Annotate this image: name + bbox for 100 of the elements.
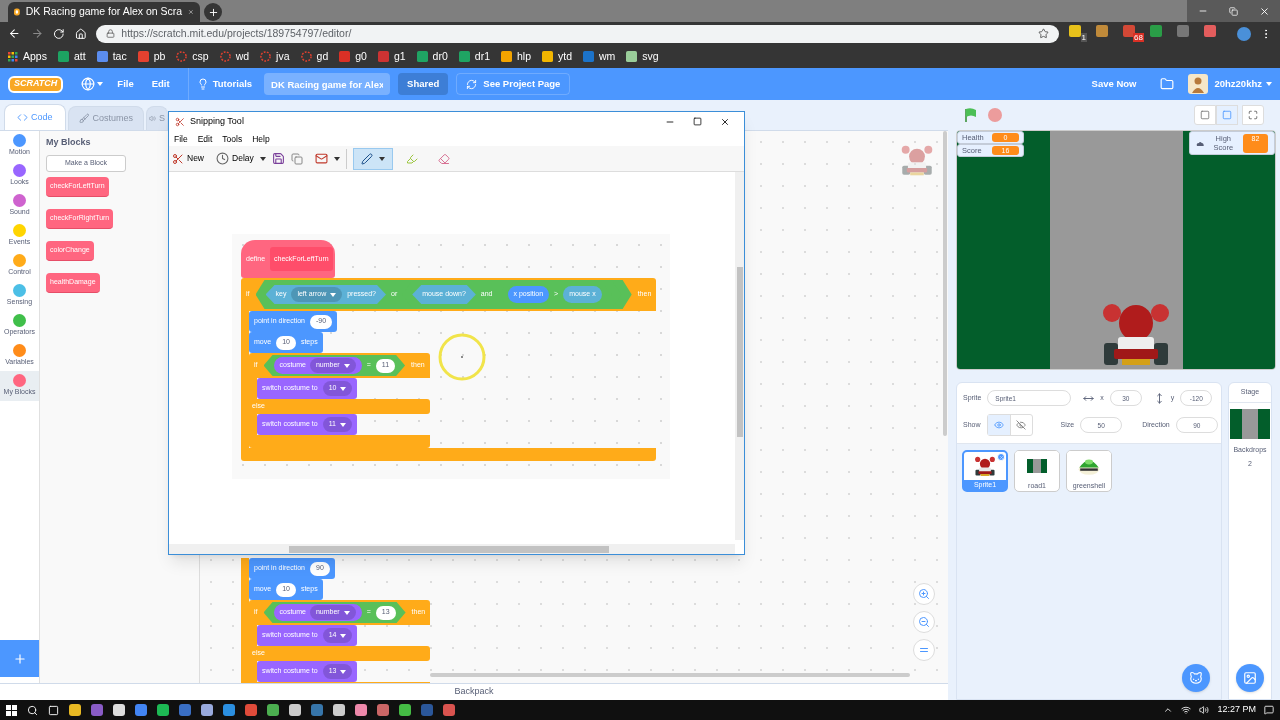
extension-icon[interactable] — [1177, 25, 1189, 37]
extension-icon[interactable] — [1069, 25, 1081, 37]
taskbar-app-icon[interactable] — [69, 704, 81, 716]
taskbar-app-icon[interactable] — [157, 704, 169, 716]
windows-start-icon[interactable] — [6, 704, 17, 716]
tab-icon — [149, 113, 156, 124]
zoom-out-icon — [918, 616, 930, 628]
scrollbar[interactable] — [169, 544, 735, 554]
forward-icon[interactable] — [30, 27, 44, 40]
home-icon[interactable] — [74, 27, 87, 40]
small-stage-button[interactable] — [1194, 105, 1216, 125]
scrollbar[interactable] — [735, 172, 744, 540]
bookmark-icon — [57, 51, 69, 62]
close-icon[interactable] — [720, 117, 730, 127]
highlighter-icon — [405, 152, 418, 165]
bookmark[interactable]: csp — [176, 48, 209, 65]
backpack-header[interactable]: Backpack — [454, 685, 494, 699]
bookmark[interactable]: ytd — [542, 48, 572, 65]
bookmark[interactable]: dr0 — [416, 48, 448, 65]
zoom-in-icon — [918, 588, 930, 600]
add-extension-icon — [12, 651, 27, 666]
menu-item[interactable]: Tools — [222, 132, 243, 146]
extension-icon[interactable] — [1096, 25, 1108, 37]
back-icon[interactable] — [8, 27, 21, 40]
notifications-icon[interactable] — [1264, 705, 1274, 715]
flag-icon[interactable] — [964, 108, 978, 122]
caret-icon — [340, 386, 347, 391]
taskbar-app-icon[interactable] — [267, 704, 279, 716]
bookmark[interactable]: dr1 — [458, 48, 490, 65]
taskbar-app-icon[interactable] — [377, 704, 389, 716]
taskbar-app-icon[interactable] — [399, 704, 411, 716]
palette-heading: My Blocks — [46, 136, 91, 149]
bookmark[interactable]: g1 — [377, 48, 406, 65]
clock: 12:27 PM — [1217, 703, 1256, 717]
close-icon — [1259, 5, 1270, 17]
bookmark-icon — [339, 51, 351, 62]
restore-icon — [1229, 6, 1238, 16]
bookmark[interactable]: tac — [96, 48, 127, 65]
scrollbar[interactable] — [943, 131, 947, 436]
fullscreen-button[interactable] — [1242, 105, 1264, 125]
dashed-circle-icon — [260, 51, 272, 62]
bookmark[interactable]: g0 — [339, 48, 367, 65]
refresh-icon — [466, 78, 478, 90]
bookmark[interactable]: svg — [626, 48, 659, 65]
reset-zoom-button[interactable] — [913, 639, 935, 661]
star-icon[interactable] — [1038, 28, 1049, 39]
small-stage-icon — [1200, 110, 1210, 120]
eye-off-icon — [1016, 420, 1026, 430]
large-stage-icon — [1222, 110, 1232, 120]
bookmark[interactable]: hlp — [501, 48, 531, 65]
shared-button[interactable]: Shared — [398, 73, 449, 95]
dashed-circle-icon — [219, 51, 231, 62]
scissors-icon — [172, 152, 184, 165]
caret-icon — [378, 156, 385, 161]
save-icon[interactable] — [271, 152, 285, 165]
reload-icon[interactable] — [53, 27, 65, 40]
language-menu[interactable] — [81, 77, 104, 91]
taskbar-app-icon[interactable] — [223, 704, 235, 716]
lightbulb-icon — [196, 78, 209, 90]
menu-item[interactable]: Edit — [197, 132, 213, 146]
caret-icon — [330, 292, 337, 297]
new-tab-button[interactable] — [204, 3, 222, 21]
new-snip-button[interactable]: New — [172, 152, 204, 165]
bookmark[interactable]: att — [57, 48, 86, 65]
extension-icon[interactable] — [1150, 25, 1162, 37]
extension-icon[interactable] — [1204, 25, 1216, 37]
bookmark[interactable]: pb — [137, 48, 166, 65]
taskbar-app-icon[interactable] — [355, 704, 367, 716]
browser-tab[interactable]: DK Racing game for Alex on Scra — [8, 2, 200, 22]
network-icon[interactable] — [1181, 705, 1192, 715]
send-snip-icon[interactable] — [314, 152, 328, 165]
delete-sprite-icon[interactable] — [997, 453, 1005, 461]
bookmark[interactable]: wd — [219, 48, 250, 65]
lock-icon — [106, 29, 116, 38]
menu-item[interactable]: Help — [252, 132, 270, 146]
bookmark[interactable]: gd — [300, 48, 329, 65]
folder-icon[interactable] — [1160, 77, 1175, 91]
bookmark[interactable]: Apps — [8, 48, 47, 65]
scrollbar[interactable] — [430, 673, 910, 677]
taskbar-app-icon[interactable] — [333, 704, 345, 716]
avatar-icon — [1188, 74, 1209, 94]
tray-expand-icon[interactable] — [1163, 705, 1174, 715]
delay-button[interactable]: Delay — [216, 152, 254, 165]
profile-avatar[interactable] — [1237, 26, 1251, 41]
maximize-icon[interactable] — [693, 117, 702, 126]
menu-item[interactable]: File — [174, 132, 188, 146]
bookmark[interactable]: jva — [260, 48, 290, 65]
zoom-out-button[interactable] — [913, 611, 935, 633]
taskbar-app-icon[interactable] — [201, 704, 213, 716]
copy-icon[interactable] — [290, 152, 303, 165]
volume-icon[interactable] — [1199, 705, 1210, 715]
pen-tool-button[interactable] — [352, 147, 393, 170]
zoom-in-button[interactable] — [913, 583, 935, 605]
taskbar-app-icon[interactable] — [289, 704, 301, 716]
address-bar[interactable]: https://scratch.mit.edu/projects/189754797/editor/ — [96, 24, 1059, 43]
taskbar-app-icon[interactable] — [135, 704, 147, 716]
taskbar-app-icon[interactable] — [113, 704, 125, 716]
search-icon[interactable] — [27, 704, 38, 716]
bookmark[interactable]: wm — [583, 48, 616, 65]
task-view-icon[interactable] — [48, 704, 59, 716]
